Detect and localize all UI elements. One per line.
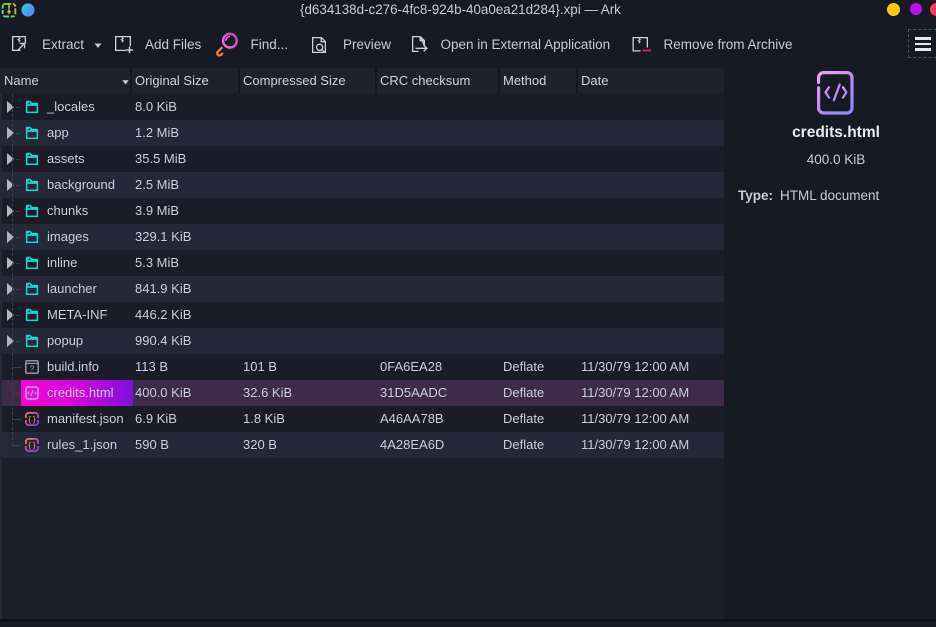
svg-text:?: ?: [30, 363, 35, 373]
svg-text:{ }: { }: [28, 414, 36, 424]
svg-text:{ }: { }: [28, 440, 36, 450]
